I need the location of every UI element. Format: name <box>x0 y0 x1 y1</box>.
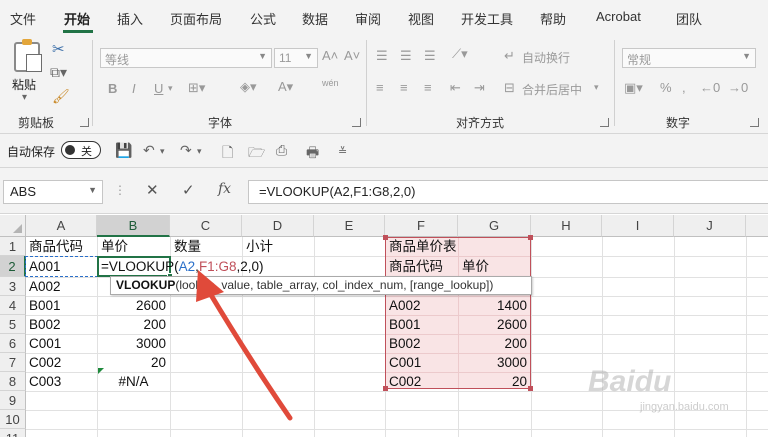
arrow-shaft <box>205 287 293 421</box>
annotation-arrow-icon <box>196 270 293 421</box>
